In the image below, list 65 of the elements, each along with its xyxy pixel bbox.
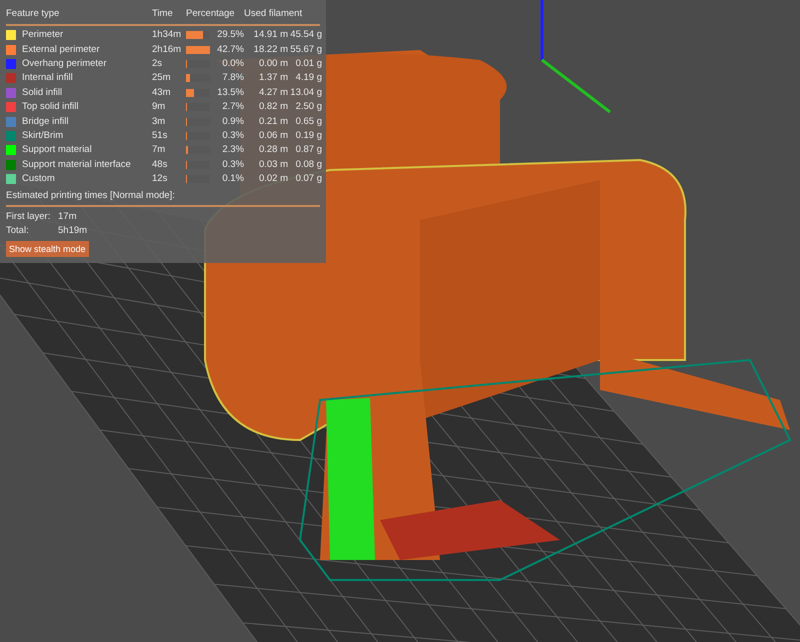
weight-value: 0.87 g — [294, 144, 322, 156]
weight-value: 0.07 g — [294, 173, 322, 186]
percentage-value: 29.5% — [216, 29, 244, 42]
time-value: 5h19m — [58, 225, 88, 238]
percentage-value: 0.0% — [221, 58, 244, 70]
time-value: 1h34m — [152, 29, 182, 42]
time-label: First layer: — [6, 211, 52, 224]
feature-name: Perimeter — [22, 29, 64, 42]
column-header: Time — [152, 8, 174, 20]
weight-value: 0.01 g — [294, 58, 322, 70]
feature-name: Support material interface — [22, 158, 131, 171]
time-value: 51s — [152, 130, 168, 142]
weight-value: 0.08 g — [294, 158, 322, 171]
feature-name: Custom — [22, 173, 55, 186]
column-header: Feature type — [6, 7, 60, 21]
time-label: Total: — [6, 225, 30, 238]
length-value: 1.37 m — [258, 72, 288, 84]
feature-name: Bridge infill — [22, 116, 68, 128]
feature-name: Skirt/Brim — [22, 130, 64, 142]
percentage-value: 0.9% — [221, 116, 244, 128]
feature-name: External perimeter — [22, 44, 100, 56]
feature-name: Solid infill — [22, 86, 62, 99]
column-header: Percentage — [186, 8, 236, 20]
feature-name: Internal infill — [22, 72, 73, 84]
time-value: 43m — [152, 86, 172, 99]
length-value: 0.06 m — [258, 130, 288, 142]
feature-name: Top solid infill — [22, 101, 78, 114]
percentage-value: 2.7% — [221, 101, 244, 114]
time-value: 2s — [152, 58, 164, 70]
length-value: 14.91 m — [252, 29, 288, 42]
weight-value: 0.19 g — [294, 130, 322, 142]
percentage-value: 0.3% — [221, 158, 244, 171]
weight-value: 2.50 g — [294, 101, 322, 114]
length-value: 0.03 m — [258, 158, 288, 171]
weight-value: 55.67 g — [289, 44, 322, 56]
feature-name: Support material — [22, 144, 92, 156]
length-value: 0.82 m — [258, 101, 288, 114]
feature-name: Overhang perimeter — [22, 58, 106, 70]
percentage-value: 7.8% — [221, 72, 244, 84]
time-value: 12s — [152, 173, 168, 186]
percentage-value: 2.3% — [221, 144, 244, 156]
percentage-value: 13.5% — [216, 86, 244, 99]
weight-value: 13.04 g — [289, 86, 322, 99]
length-value: 4.27 m — [258, 86, 288, 99]
length-value: 0.28 m — [258, 144, 288, 156]
stealth-mode-button[interactable]: Show stealth mode — [6, 241, 89, 258]
weight-value: 4.19 g — [294, 72, 322, 84]
length-value: 0.02 m — [258, 173, 288, 186]
time-value: 7m — [152, 144, 166, 156]
length-value: 0.00 m — [258, 58, 288, 70]
time-value: 9m — [152, 101, 166, 114]
time-value: 17m — [58, 211, 76, 224]
time-value: 2h16m — [152, 44, 182, 56]
length-value: 0.21 m — [258, 116, 288, 128]
time-value: 3m — [152, 116, 166, 128]
estimate-title: Estimated printing times [Normal mode]: — [6, 190, 176, 202]
percentage-value: 42.7% — [216, 44, 244, 56]
column-header: Used filament — [244, 8, 304, 20]
weight-value: 0.65 g — [294, 116, 322, 128]
percentage-value: 0.1% — [221, 173, 244, 186]
time-value: 48s — [152, 158, 168, 171]
weight-value: 45.54 g — [289, 29, 322, 42]
time-value: 25m — [152, 72, 172, 84]
length-value: 18.22 m — [252, 44, 288, 56]
percentage-value: 0.3% — [221, 130, 244, 142]
